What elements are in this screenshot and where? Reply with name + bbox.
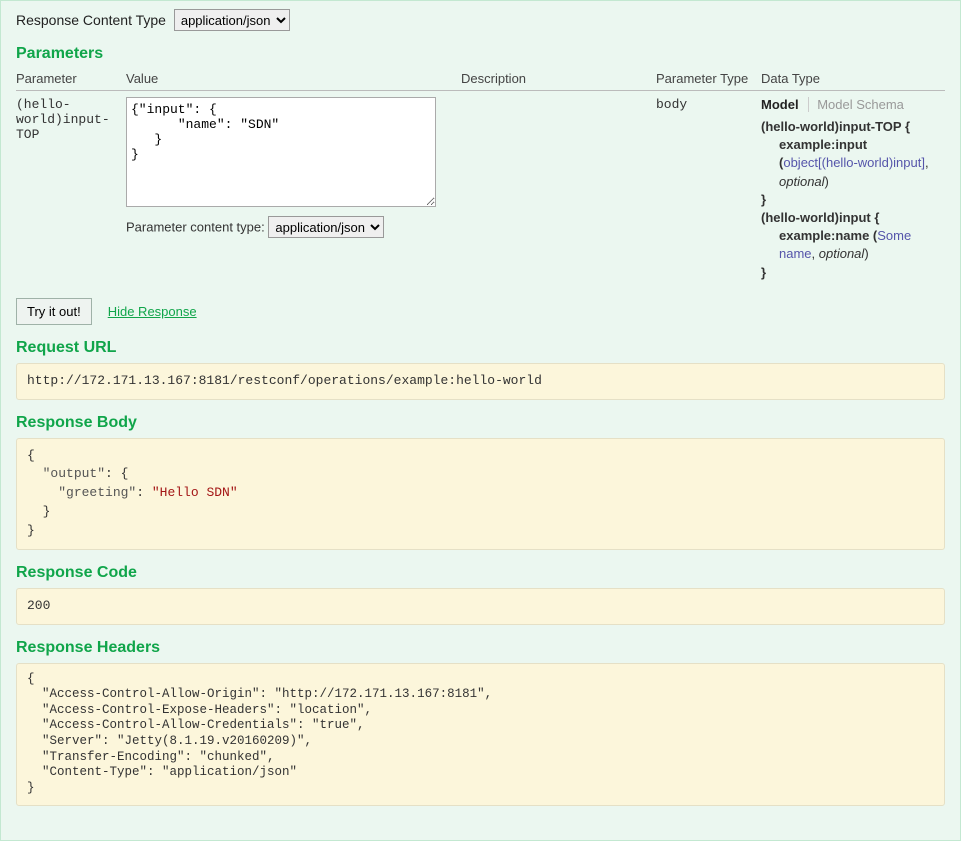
response-body-heading: Response Body <box>16 414 945 432</box>
model-top-open: (hello-world)input-TOP { <box>761 119 910 134</box>
parameter-data-type-cell: Model Model Schema (hello-world)input-TO… <box>761 91 945 286</box>
model-top-typelink[interactable]: object[(hello-world)input] <box>783 155 925 170</box>
parameters-table: Parameter Value Description Parameter Ty… <box>16 67 945 286</box>
parameter-type: body <box>656 91 761 286</box>
datatype-tabs: Model Model Schema <box>761 97 935 112</box>
model-input-field: example:name ( <box>779 228 877 243</box>
tab-model[interactable]: Model <box>761 97 799 112</box>
rb-c1: : { <box>105 466 128 481</box>
model-close-paren: ) <box>825 174 829 189</box>
col-parameter: Parameter <box>16 67 126 91</box>
col-parameter-type: Parameter Type <box>656 67 761 91</box>
rb-l3: } <box>27 504 50 519</box>
response-headers-heading: Response Headers <box>16 639 945 657</box>
response-content-type-select[interactable]: application/json <box>174 9 290 31</box>
model-input-optional: optional <box>819 246 865 261</box>
table-row: (hello-world)input-TOP Parameter content… <box>16 91 945 286</box>
response-body-box: { "output": { "greeting": "Hello SDN" } … <box>16 438 945 550</box>
request-url-box: http://172.171.13.167:8181/restconf/oper… <box>16 363 945 400</box>
model-top-close: } <box>761 192 766 207</box>
parameter-content-type-select[interactable]: application/json <box>268 216 384 238</box>
request-url-heading: Request URL <box>16 339 945 357</box>
model-input-open: (hello-world)input { <box>761 210 879 225</box>
parameter-name: (hello-world)input-TOP <box>16 91 126 286</box>
parameter-content-type-label: Parameter content type: <box>126 220 265 235</box>
response-content-type-label: Response Content Type <box>16 12 170 28</box>
rb-k2: "greeting" <box>58 485 136 500</box>
parameter-body-textarea[interactable] <box>126 97 436 207</box>
model-sep2: , <box>812 246 819 261</box>
parameters-heading: Parameters <box>16 45 945 63</box>
response-content-type-row: Response Content Type application/json <box>16 9 945 31</box>
col-description: Description <box>461 67 656 91</box>
try-it-out-button[interactable]: Try it out! <box>16 298 92 325</box>
model-top-optional: optional <box>779 174 825 189</box>
hide-response-link[interactable]: Hide Response <box>108 304 197 319</box>
model-input-close: } <box>761 265 766 280</box>
parameters-header-row: Parameter Value Description Parameter Ty… <box>16 67 945 91</box>
model-definition: (hello-world)input-TOP { example:input (… <box>761 118 935 282</box>
rb-l0: { <box>27 448 35 463</box>
rb-l4: } <box>27 523 35 538</box>
model-close-paren2: ) <box>864 246 868 261</box>
response-code-box: 200 <box>16 588 945 625</box>
request-url-value: http://172.171.13.167:8181/restconf/oper… <box>27 373 542 388</box>
response-code-heading: Response Code <box>16 564 945 582</box>
col-value: Value <box>126 67 461 91</box>
col-data-type: Data Type <box>761 67 945 91</box>
parameter-description <box>461 91 656 286</box>
model-sep: , <box>925 155 929 170</box>
rb-v2: "Hello SDN" <box>152 485 238 500</box>
rb-k1: "output" <box>43 466 105 481</box>
response-headers-box: { "Access-Control-Allow-Origin": "http:/… <box>16 663 945 806</box>
rb-c2: : <box>136 485 152 500</box>
parameter-content-type-row: Parameter content type: application/json <box>126 216 451 238</box>
parameter-value-cell: Parameter content type: application/json <box>126 91 461 286</box>
tab-model-schema[interactable]: Model Schema <box>808 97 904 112</box>
action-bar: Try it out! Hide Response <box>16 298 945 325</box>
